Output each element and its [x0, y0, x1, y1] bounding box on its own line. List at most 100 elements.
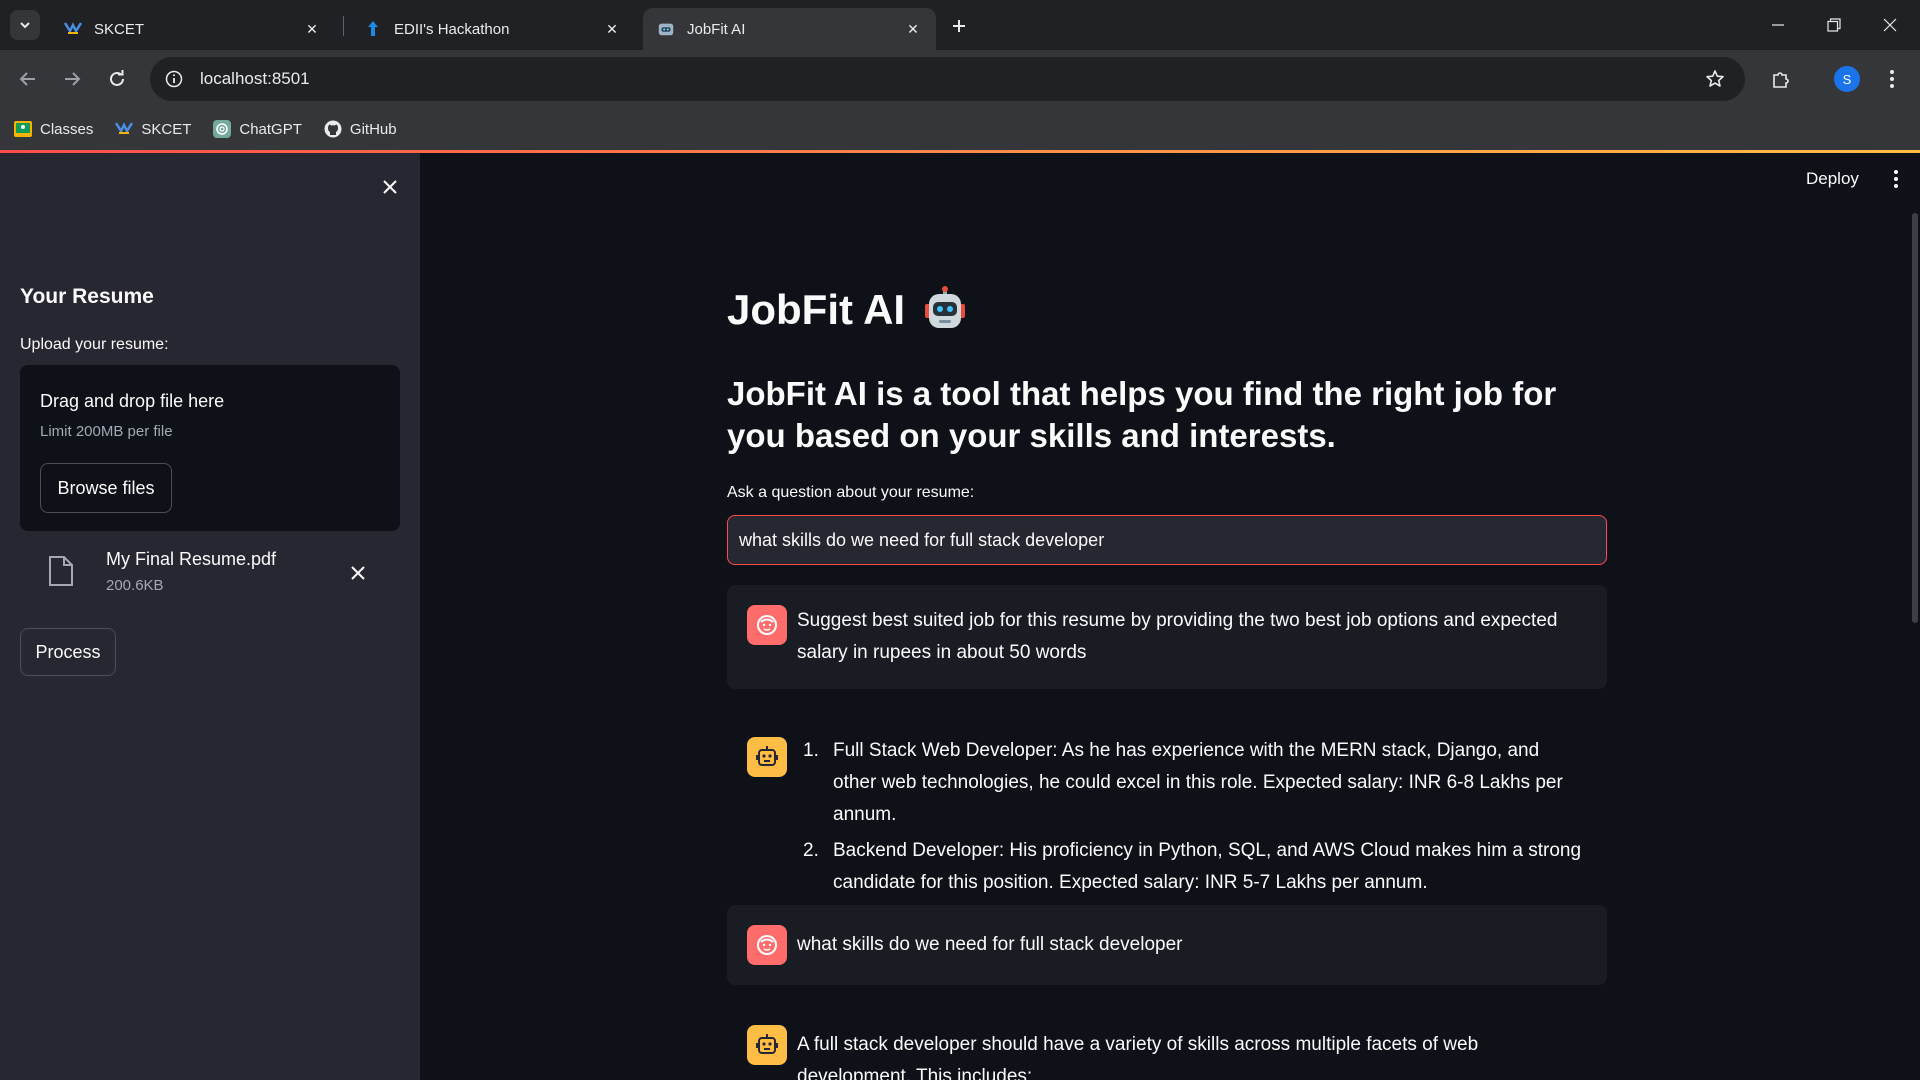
tab-separator [343, 16, 344, 36]
sidebar: Your Resume Upload your resume: Drag and… [0, 153, 420, 1080]
bookmarks-bar: Classes SKCET ChatGPT GitHub [0, 108, 1920, 150]
tab-skcet[interactable]: SKCET ✕ [50, 8, 335, 50]
dropzone-title: Drag and drop file here [40, 391, 225, 411]
message-list: 1. Full Stack Web Developer: As he has ex… [797, 735, 1587, 903]
scrollbar-thumb[interactable] [1912, 213, 1918, 623]
address-bar[interactable]: localhost:8501 [150, 57, 1745, 101]
github-icon [324, 120, 342, 138]
file-name: My Final Resume.pdf [106, 549, 277, 569]
upload-label: Upload your resume: [20, 336, 169, 353]
bookmark-label: Classes [40, 120, 94, 138]
uploaded-file: My Final Resume.pdf 200.6KB [20, 541, 400, 601]
profile-avatar[interactable]: S [1834, 66, 1860, 92]
browser-tab-bar: SKCET ✕ EDII's Hackathon ✕ JobFit AI ✕ [0, 0, 1920, 50]
close-icon[interactable]: ✕ [603, 20, 621, 38]
robot-icon [756, 1034, 778, 1054]
process-button[interactable]: Process [20, 628, 116, 676]
bookmark-star-icon[interactable] [1703, 67, 1727, 91]
chevron-down-icon [20, 22, 30, 29]
message-text: Suggest best suited job for this resume … [797, 610, 1558, 663]
close-icon [351, 566, 365, 580]
page-subtitle: JobFit AI is a tool that helps you find … [727, 375, 1557, 454]
bookmark-classes[interactable]: Classes [14, 120, 93, 138]
remove-file-button[interactable] [344, 559, 372, 587]
bookmark-chatgpt[interactable]: ChatGPT [213, 120, 302, 138]
browser-menu-button[interactable] [1876, 63, 1908, 95]
window-close-button[interactable] [1862, 0, 1918, 50]
list-number: 1. [803, 740, 819, 761]
robot-icon [925, 286, 966, 328]
extensions-button[interactable] [1765, 63, 1797, 95]
minimize-icon [1772, 24, 1784, 26]
arrow-right-icon [65, 72, 81, 86]
sidebar-heading: Your Resume [20, 285, 154, 308]
close-icon [383, 180, 397, 194]
chatgpt-icon [213, 120, 232, 138]
list-item-text: Full Stack Web Developer: As he has expe… [833, 740, 1563, 825]
file-dropzone[interactable]: Drag and drop file here Limit 200MB per … [20, 365, 400, 531]
reload-button[interactable] [101, 63, 133, 95]
robot-icon [756, 746, 778, 766]
face-icon [757, 935, 777, 955]
chat-message-assistant: 1. Full Stack Web Developer: As he has ex… [727, 709, 1607, 905]
file-size: 200.6KB [106, 577, 164, 594]
app-menu-button[interactable] [1882, 165, 1910, 193]
close-icon [1883, 18, 1897, 32]
restore-button[interactable] [1806, 0, 1862, 50]
arrow-up-icon [364, 20, 382, 38]
back-button[interactable] [12, 63, 44, 95]
robot-icon [657, 20, 675, 38]
chat-message-user: Suggest best suited job for this resume … [727, 585, 1607, 689]
list-item: 1. Full Stack Web Developer: As he has ex… [797, 735, 1587, 831]
browser-toolbar: localhost:8501 S [0, 50, 1920, 108]
message-text: A full stack developer should have a var… [797, 1034, 1479, 1080]
deploy-button[interactable]: Deploy [1806, 169, 1859, 189]
user-avatar [747, 605, 787, 645]
list-number: 2. [803, 840, 819, 861]
dropzone-limit: Limit 200MB per file [40, 423, 173, 440]
question-label: Ask a question about your resume: [727, 484, 975, 501]
forward-button[interactable] [56, 63, 88, 95]
new-tab-button[interactable] [945, 12, 973, 40]
user-avatar [747, 925, 787, 965]
chat-message-user: what skills do we need for full stack de… [727, 905, 1607, 985]
question-input[interactable] [727, 515, 1607, 565]
plus-icon [953, 20, 965, 32]
kebab-menu-icon [1890, 70, 1894, 88]
page-title-text: JobFit AI [727, 286, 906, 333]
browse-files-button[interactable]: Browse files [40, 463, 172, 513]
page-title: JobFit AI [727, 286, 969, 334]
chat-message-assistant: A full stack developer should have a var… [727, 1005, 1607, 1080]
tab-jobfit-ai[interactable]: JobFit AI ✕ [643, 8, 936, 50]
tab-title: JobFit AI [687, 20, 746, 38]
close-icon[interactable]: ✕ [303, 20, 321, 38]
minimize-button[interactable] [1750, 0, 1806, 50]
list-item-text: Backend Developer: His proficiency in Py… [833, 840, 1582, 893]
bookmark-skcet[interactable]: SKCET [115, 120, 191, 138]
main-content: Deploy JobFit AI JobFit AI is a tool tha… [420, 153, 1920, 1080]
sidebar-close-button[interactable] [376, 173, 404, 201]
tab-title: SKCET [94, 20, 145, 38]
assistant-avatar [747, 737, 787, 777]
tab-ediis-hackathon[interactable]: EDII's Hackathon ✕ [350, 8, 635, 50]
bookmark-github[interactable]: GitHub [324, 120, 397, 138]
puzzle-icon [1773, 72, 1789, 88]
reload-icon [110, 70, 124, 86]
restore-icon [1827, 18, 1841, 32]
skcet-logo-icon [115, 120, 134, 138]
bookmark-label: GitHub [349, 120, 397, 138]
site-info-icon[interactable] [162, 67, 186, 91]
list-item: 2. Backend Developer: His proficiency in … [797, 835, 1587, 899]
bookmark-label: ChatGPT [239, 120, 302, 138]
kebab-menu-icon [1894, 170, 1898, 188]
tab-title: EDII's Hackathon [394, 20, 510, 38]
assistant-avatar [747, 1025, 787, 1065]
file-icon [46, 553, 76, 589]
arrow-left-icon [19, 72, 35, 86]
close-icon[interactable]: ✕ [904, 20, 922, 38]
bookmark-label: SKCET [141, 120, 192, 138]
message-text: what skills do we need for full stack de… [797, 934, 1183, 955]
tab-search-button[interactable] [10, 10, 40, 40]
url-text: localhost:8501 [200, 69, 310, 88]
face-icon [757, 615, 777, 635]
